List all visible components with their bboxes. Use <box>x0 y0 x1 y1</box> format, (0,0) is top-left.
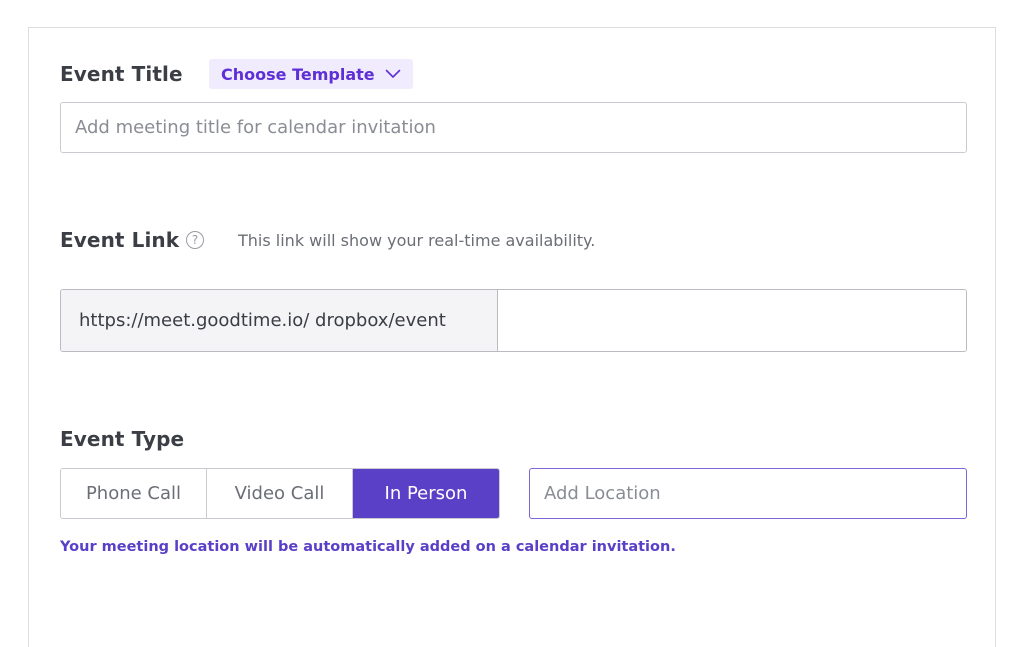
event-link-field: https://meet.goodtime.io/ dropbox/event <box>60 289 967 352</box>
event-type-in-person[interactable]: In Person <box>353 469 499 518</box>
location-note: Your meeting location will be automatica… <box>60 539 676 555</box>
event-title-input[interactable] <box>60 102 967 153</box>
event-type-phone-call[interactable]: Phone Call <box>61 469 207 518</box>
location-input[interactable] <box>529 468 967 519</box>
event-type-video-call[interactable]: Video Call <box>207 469 353 518</box>
choose-template-label: Choose Template <box>221 64 375 84</box>
event-title-label: Event Title <box>60 62 183 86</box>
chevron-down-icon <box>385 69 401 79</box>
event-form-card: Event Title Choose Template Event Link ?… <box>28 27 996 647</box>
event-type-label: Event Type <box>60 427 185 451</box>
event-link-label: Event Link <box>60 228 180 252</box>
choose-template-button[interactable]: Choose Template <box>209 59 413 89</box>
event-link-slug-input[interactable] <box>498 290 966 351</box>
event-link-prefix: https://meet.goodtime.io/ dropbox/event <box>61 290 498 351</box>
event-type-selector: Phone Call Video Call In Person <box>60 468 500 519</box>
event-link-hint: This link will show your real-time avail… <box>238 231 596 250</box>
question-circle-icon[interactable]: ? <box>186 231 204 249</box>
